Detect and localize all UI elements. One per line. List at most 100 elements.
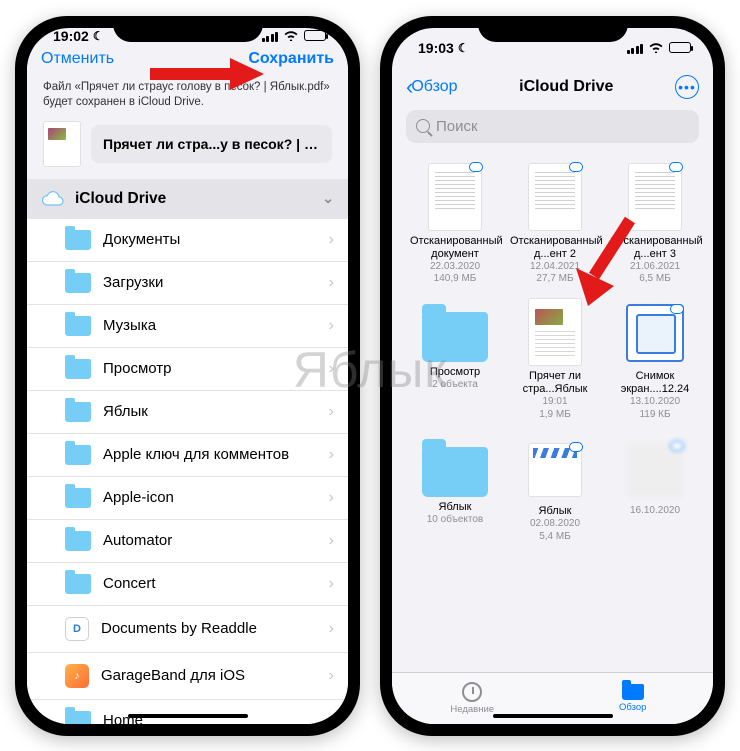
- folder-label: Музыка: [103, 317, 156, 334]
- folder-row[interactable]: Home›: [27, 700, 348, 724]
- folder-row[interactable]: Музыка›: [27, 305, 348, 348]
- folder-row[interactable]: Apple-icon ›: [27, 477, 348, 520]
- files-navbar: ‹ Обзор iCloud Drive •••: [392, 68, 713, 110]
- cloud-download-icon: [569, 442, 583, 452]
- chevron-right-icon: ›: [329, 667, 334, 685]
- file-item[interactable]: Просмотр2 объекта: [410, 298, 500, 421]
- file-size: 1,9 МБ: [539, 409, 571, 422]
- dnd-moon-icon: ☾: [93, 29, 104, 43]
- folder-icon: [65, 316, 91, 336]
- app-icon: D: [65, 617, 89, 641]
- filename-field[interactable]: Прячет ли стра...у в песок? | Яблык: [91, 125, 332, 163]
- back-button[interactable]: ‹ Обзор: [406, 74, 458, 100]
- folder-label: Apple ключ для комментов: [103, 446, 289, 463]
- folder-row[interactable]: Просмотр›: [27, 348, 348, 391]
- save-navbar: Отменить Сохранить: [27, 44, 348, 78]
- notch: [113, 16, 263, 42]
- folder-row[interactable]: DDocuments by Readdle›: [27, 606, 348, 653]
- battery-icon: [669, 42, 691, 53]
- folder-row[interactable]: Concert›: [27, 563, 348, 606]
- cloud-download-icon: [670, 304, 684, 314]
- folder-icon: [65, 402, 91, 422]
- doc-thumbnail: [628, 163, 682, 231]
- chevron-right-icon: ›: [329, 712, 334, 724]
- file-thumbnail: [43, 121, 81, 167]
- file-date: 19:01: [542, 396, 567, 409]
- file-date: 21.06.2021: [630, 261, 680, 274]
- file-name: Отсканированный д...ент 2: [510, 235, 600, 261]
- folder-icon: [422, 447, 488, 497]
- cancel-button[interactable]: Отменить: [41, 50, 114, 68]
- search-placeholder: Поиск: [436, 118, 478, 135]
- phone-left: 19:02 ☾ Отменить Сохранить Файл «Прячет …: [15, 16, 360, 736]
- doc-thumbnail: [528, 163, 582, 231]
- screen-right: 19:03 ☾ ‹ Обзор iCloud Drive •••: [392, 28, 713, 724]
- location-list: iCloud Drive ⌄ Документы›Загрузки›Музыка…: [27, 179, 348, 724]
- file-item[interactable]: Отсканированный д...ент 212.04.202127,7 …: [510, 163, 600, 286]
- cloud-download-icon: [569, 162, 583, 172]
- more-button[interactable]: •••: [675, 75, 699, 99]
- notch: [478, 16, 628, 42]
- file-name: Прячет ли стра...Яблык: [510, 370, 600, 396]
- chevron-down-icon: ⌄: [322, 190, 334, 207]
- video-thumbnail: [528, 443, 582, 497]
- folder-icon: [65, 531, 91, 551]
- folder-row[interactable]: Загрузки›: [27, 262, 348, 305]
- folder-icon: [622, 684, 644, 700]
- folder-icon: [65, 359, 91, 379]
- screen-left: 19:02 ☾ Отменить Сохранить Файл «Прячет …: [27, 28, 348, 724]
- files-grid[interactable]: Отсканированный документ22.03.2020140,9 …: [392, 153, 713, 672]
- signal-icon: [627, 42, 644, 54]
- save-info-text: Файл «Прячет ли страус голову в песок? |…: [27, 78, 348, 121]
- file-item[interactable]: Отсканированный д...ент 321.06.20216,5 М…: [610, 163, 700, 286]
- back-label: Обзор: [411, 78, 457, 96]
- chevron-right-icon: ›: [329, 489, 334, 507]
- file-name: Просмотр: [430, 366, 480, 379]
- file-size: 6,5 МБ: [639, 273, 671, 286]
- file-item[interactable]: Снимок экран....12.2413.10.2020119 КБ: [610, 298, 700, 421]
- file-date: 12.04.2021: [530, 261, 580, 274]
- file-size: 119 КБ: [639, 409, 670, 422]
- folder-label: Apple-icon: [103, 489, 174, 506]
- folder-icon: [65, 574, 91, 594]
- file-size: 5,4 МБ: [539, 531, 571, 544]
- home-indicator[interactable]: [128, 714, 248, 718]
- file-item[interactable]: Яблык10 объектов: [410, 433, 500, 543]
- chevron-right-icon: ›: [329, 575, 334, 593]
- file-item[interactable]: 16.10.2020: [610, 433, 700, 543]
- folder-icon: [65, 445, 91, 465]
- icloud-drive-header[interactable]: iCloud Drive ⌄: [27, 179, 348, 219]
- folder-row[interactable]: Apple ключ для комментов›: [27, 434, 348, 477]
- folder-label: GarageBand для iOS: [101, 667, 245, 684]
- chevron-right-icon: ›: [329, 403, 334, 421]
- dnd-moon-icon: ☾: [458, 41, 469, 55]
- folder-label: Яблык: [103, 403, 148, 420]
- save-button[interactable]: Сохранить: [248, 50, 334, 68]
- chevron-right-icon: ›: [329, 274, 334, 292]
- folder-row[interactable]: Документы›: [27, 219, 348, 262]
- screenshot-thumbnail: [626, 304, 684, 362]
- signal-icon: [262, 30, 279, 42]
- blurred-thumbnail: [628, 443, 682, 497]
- folder-label: Documents by Readdle: [101, 620, 257, 637]
- app-icon: ♪: [65, 664, 89, 688]
- drive-label: iCloud Drive: [75, 190, 166, 208]
- clock-icon: [462, 682, 482, 702]
- folder-label: Просмотр: [103, 360, 172, 377]
- file-item[interactable]: Яблык02.08.20205,4 МБ: [510, 433, 600, 543]
- search-input[interactable]: Поиск: [406, 110, 699, 143]
- home-indicator[interactable]: [493, 714, 613, 718]
- tab-label: Обзор: [619, 702, 646, 713]
- file-item[interactable]: Прячет ли стра...Яблык19:011,9 МБ: [510, 298, 600, 421]
- file-item[interactable]: Отсканированный документ22.03.2020140,9 …: [410, 163, 500, 286]
- file-date: 02.08.2020: [530, 518, 580, 531]
- folder-icon: [65, 488, 91, 508]
- folder-row[interactable]: Automator›: [27, 520, 348, 563]
- folder-row[interactable]: ♪ GarageBand для iOS ›: [27, 653, 348, 700]
- folder-label: Документы: [103, 231, 180, 248]
- file-date: 13.10.2020: [630, 396, 680, 409]
- folder-row[interactable]: Яблык ›: [27, 391, 348, 434]
- battery-icon: [304, 30, 326, 41]
- search-icon: [416, 119, 430, 133]
- chevron-right-icon: ›: [329, 532, 334, 550]
